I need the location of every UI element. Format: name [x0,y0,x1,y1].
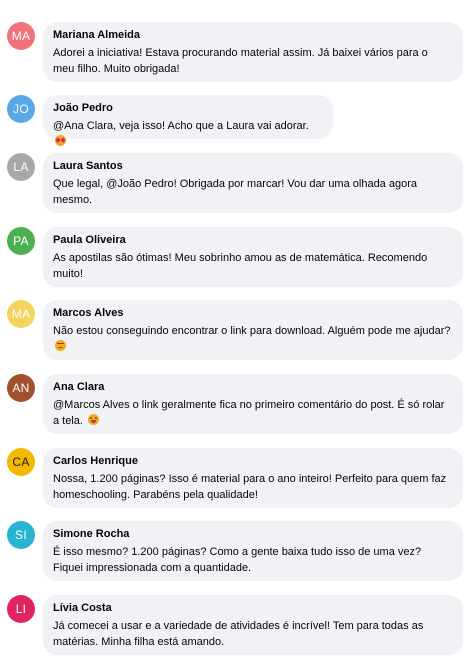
comment-text: @Ana Clara, veja isso! Acho que a Laura … [53,120,309,132]
comment-text: Que legal, @João Pedro! Obrigada por mar… [53,178,417,206]
comment-text-line: @Marcos Alves o link geralmente fica no … [53,397,451,429]
avatar[interactable]: LI [7,595,35,623]
comment-author[interactable]: Laura Santos [53,159,451,174]
disappointed-face-icon [55,340,66,351]
comment-text: Já comecei a usar e a variedade de ativi… [53,620,424,648]
comment-author[interactable]: Paula Oliveira [53,233,451,248]
comment-text: É isso mesmo? 1.200 páginas? Como a gent… [53,546,422,574]
comment-bubble: Paula Oliveira As apostilas são ótimas! … [43,227,463,287]
avatar[interactable]: LA [7,153,35,181]
avatar[interactable]: PA [7,227,35,255]
avatar[interactable]: MA [7,300,35,328]
comment-author[interactable]: Lívia Costa [53,601,451,616]
comment-bubble: Mariana Almeida Adorei a iniciativa! Est… [43,22,463,82]
comment-text: As apostilas são ótimas! Meu sobrinho am… [53,252,428,280]
avatar[interactable]: CA [7,448,35,476]
avatar[interactable]: JO [7,95,35,123]
smiling-face-with-heart-eyes-icon [55,135,66,146]
comment-author[interactable]: Mariana Almeida [53,28,451,43]
comment-author[interactable]: Ana Clara [53,380,451,395]
comment-text-line: Não estou conseguindo encontrar o link p… [53,323,451,355]
comment-text: @Marcos Alves o link geralmente fica no … [53,399,445,427]
comment-bubble: Simone Rocha É isso mesmo? 1.200 páginas… [43,521,463,581]
comment-author[interactable]: Carlos Henrique [53,454,451,469]
comment-text: Nossa, 1.200 páginas? Isso é material pa… [53,473,447,501]
comment-author[interactable]: Simone Rocha [53,527,451,542]
avatar[interactable]: SI [7,521,35,549]
comment-text-line: @Ana Clara, veja isso! Acho que a Laura … [53,118,321,150]
comment-bubble: João Pedro @Ana Clara, veja isso! Acho q… [43,95,333,146]
comment-bubble: Laura Santos Que legal, @João Pedro! Obr… [43,153,463,213]
comment-author[interactable]: Marcos Alves [53,306,451,321]
comment-bubble: Lívia Costa Já comecei a usar e a varied… [43,595,463,655]
comment-author[interactable]: João Pedro [53,101,321,116]
winking-face-with-tongue-icon [88,414,100,425]
avatar[interactable]: AN [7,374,35,402]
comment-bubble: Marcos Alves Não estou conseguindo encon… [43,300,463,360]
comment-bubble: Carlos Henrique Nossa, 1.200 páginas? Is… [43,448,463,508]
comment-text: Adorei a iniciativa! Estava procurando m… [53,47,428,75]
avatar[interactable]: MA [7,22,35,50]
comment-text: Não estou conseguindo encontrar o link p… [53,325,451,337]
comment-bubble: Ana Clara @Marcos Alves o link geralment… [43,374,463,434]
